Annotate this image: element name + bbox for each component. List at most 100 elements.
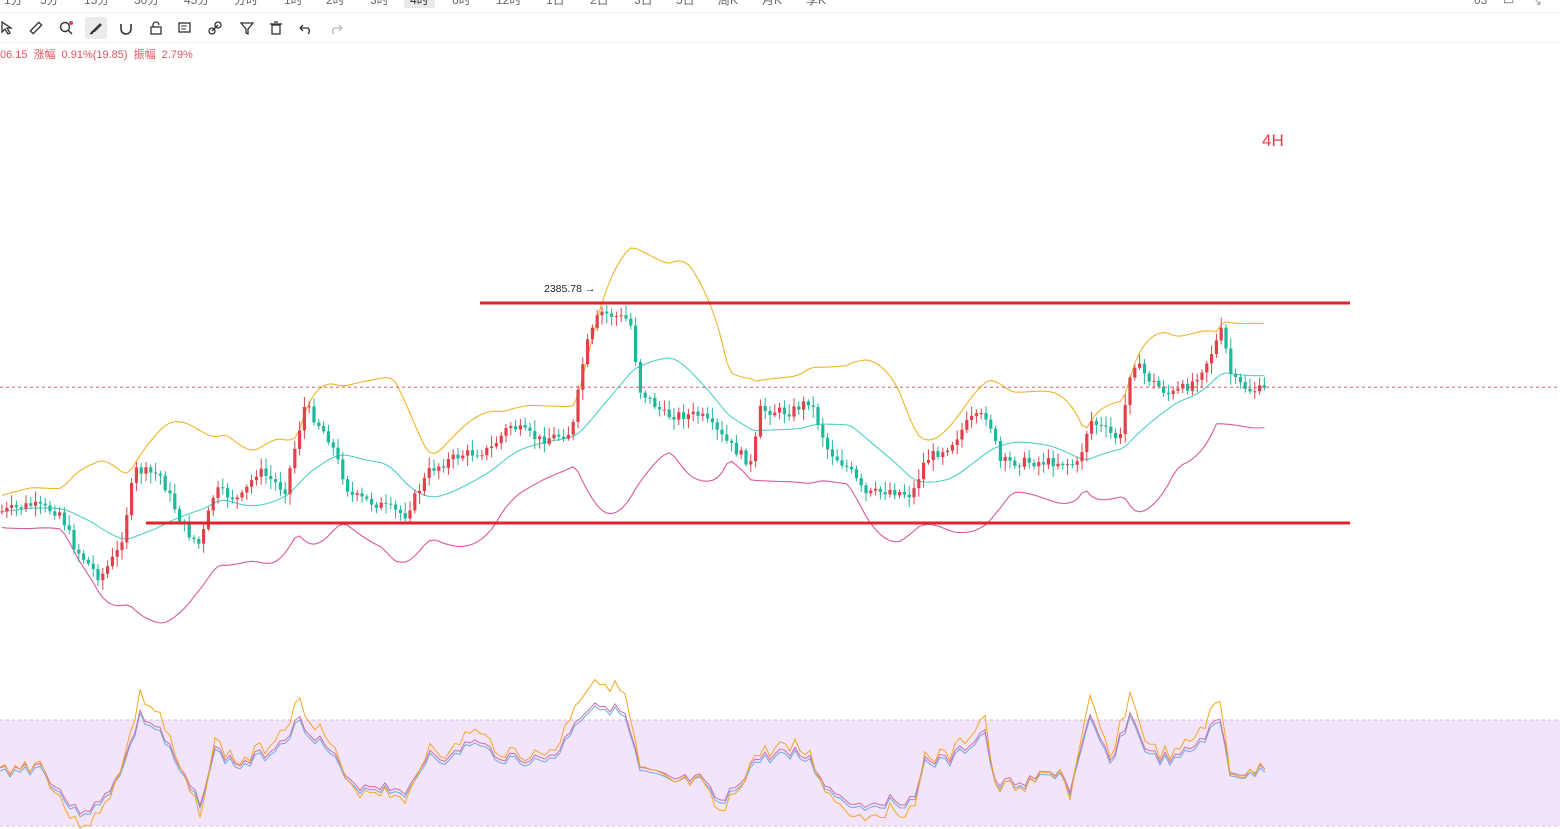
candle-body xyxy=(850,466,854,470)
timeframe-12[interactable]: 1日 xyxy=(540,0,571,8)
ruler-icon[interactable] xyxy=(25,17,47,39)
timeframe-4[interactable]: 45分 xyxy=(178,0,215,8)
candle-body xyxy=(610,313,614,317)
candle-body xyxy=(562,436,566,439)
candle-body xyxy=(806,401,810,406)
candle-body xyxy=(547,438,551,444)
candle-body xyxy=(480,455,484,457)
candle-body xyxy=(854,469,858,479)
candle-body xyxy=(634,325,638,363)
candle-body xyxy=(749,461,753,465)
candle-body xyxy=(202,529,206,544)
candle-body xyxy=(1104,425,1108,427)
candle-body xyxy=(0,511,4,513)
timeframe-2[interactable]: 15分 xyxy=(78,0,115,8)
candle-body xyxy=(974,413,978,416)
candle-body xyxy=(1042,462,1046,465)
candle-body xyxy=(1224,327,1228,349)
candle-body xyxy=(768,410,772,416)
brush-icon[interactable] xyxy=(85,17,107,39)
chart-timeframe-label: 4H xyxy=(1262,131,1284,150)
candle-body xyxy=(970,415,974,420)
timeframe-18[interactable]: 季K xyxy=(800,0,832,8)
candle-body xyxy=(38,501,42,504)
candle-body xyxy=(374,504,378,508)
candle-body xyxy=(1152,380,1156,382)
candle-body xyxy=(1248,388,1252,392)
candle-body xyxy=(946,450,950,453)
candle-body xyxy=(490,446,494,448)
candle-body xyxy=(355,493,359,495)
timeframe-16[interactable]: 周K xyxy=(712,0,744,8)
candle-body xyxy=(1008,457,1012,461)
candle-body xyxy=(960,429,964,440)
candle-body xyxy=(461,455,465,459)
link-icon[interactable] xyxy=(204,17,226,39)
candle-body xyxy=(221,487,225,489)
timeframe-7[interactable]: 2时 xyxy=(320,0,351,8)
candle-body xyxy=(576,389,580,422)
timeframe-13[interactable]: 2日 xyxy=(584,0,615,8)
candle-body xyxy=(566,434,570,439)
candle-body xyxy=(14,505,18,508)
candle-body xyxy=(1061,463,1065,466)
candle-body xyxy=(398,509,402,514)
undo-icon[interactable] xyxy=(295,17,317,39)
candle-body xyxy=(173,493,177,510)
candle-body xyxy=(989,419,993,429)
window-icon[interactable]: ▭ xyxy=(1503,0,1514,7)
redo-icon[interactable] xyxy=(325,17,347,39)
candle-body xyxy=(1099,424,1103,426)
timeframe-11[interactable]: 12时 xyxy=(490,0,527,8)
candle-body xyxy=(1114,432,1118,439)
candle-body xyxy=(912,488,916,498)
timeframe-10[interactable]: 6时 xyxy=(446,0,477,8)
candle-body xyxy=(600,311,604,316)
candle-body xyxy=(686,414,690,420)
candle-body xyxy=(744,450,748,465)
magnet-icon[interactable] xyxy=(115,17,137,39)
timeframe-9[interactable]: 4时 xyxy=(404,0,435,8)
candle-body xyxy=(509,426,513,429)
candle-body xyxy=(830,449,834,457)
candle-body xyxy=(739,450,743,455)
filter-icon[interactable] xyxy=(236,17,258,39)
candle-body xyxy=(58,512,62,516)
candle-body xyxy=(1094,421,1098,425)
candle-body xyxy=(437,466,441,471)
magnifier-icon[interactable] xyxy=(55,17,77,39)
candle-body xyxy=(432,468,436,471)
timeframe-17[interactable]: 月K xyxy=(756,0,788,8)
timeframe-3[interactable]: 30分 xyxy=(128,0,165,8)
timeframe-bar: 1分 5分 15分 30分 45分 分时 1时 2时 3时 4时 6时 12时 1日 2日 3日 5日 周K 月K… xyxy=(0,0,1560,13)
timeframe-1[interactable]: 5分 xyxy=(34,0,65,8)
candle-body xyxy=(1066,464,1070,466)
timeframe-5[interactable]: 分时 xyxy=(228,0,264,8)
candle-body xyxy=(10,505,14,508)
trash-icon[interactable] xyxy=(265,17,287,39)
timeframe-0[interactable]: 1分 xyxy=(0,0,29,8)
layers-icon[interactable] xyxy=(174,17,196,39)
candle-body xyxy=(144,467,148,474)
candle-body xyxy=(898,492,902,496)
oscillator-panel[interactable] xyxy=(0,660,1560,829)
candle-body xyxy=(230,497,234,500)
candle-body xyxy=(758,405,762,437)
candle-body xyxy=(710,418,714,423)
candle-body xyxy=(730,440,734,443)
candle-body xyxy=(720,429,724,435)
candle-body xyxy=(840,460,844,466)
candle-body xyxy=(629,318,633,326)
candle-body xyxy=(533,430,537,440)
lock-icon[interactable] xyxy=(145,17,167,39)
candle-body xyxy=(902,492,906,495)
timeframe-15[interactable]: 5日 xyxy=(670,0,701,8)
price-chart[interactable]: 2385.78 → xyxy=(0,60,1560,660)
timeframe-6[interactable]: 1时 xyxy=(278,0,309,8)
cursor-icon[interactable] xyxy=(0,17,18,39)
candle-body xyxy=(778,407,782,413)
candle-body xyxy=(408,510,412,519)
collapse-icon[interactable]: ⤡ xyxy=(1531,0,1541,8)
timeframe-14[interactable]: 3日 xyxy=(628,0,659,8)
timeframe-8[interactable]: 3时 xyxy=(364,0,395,8)
